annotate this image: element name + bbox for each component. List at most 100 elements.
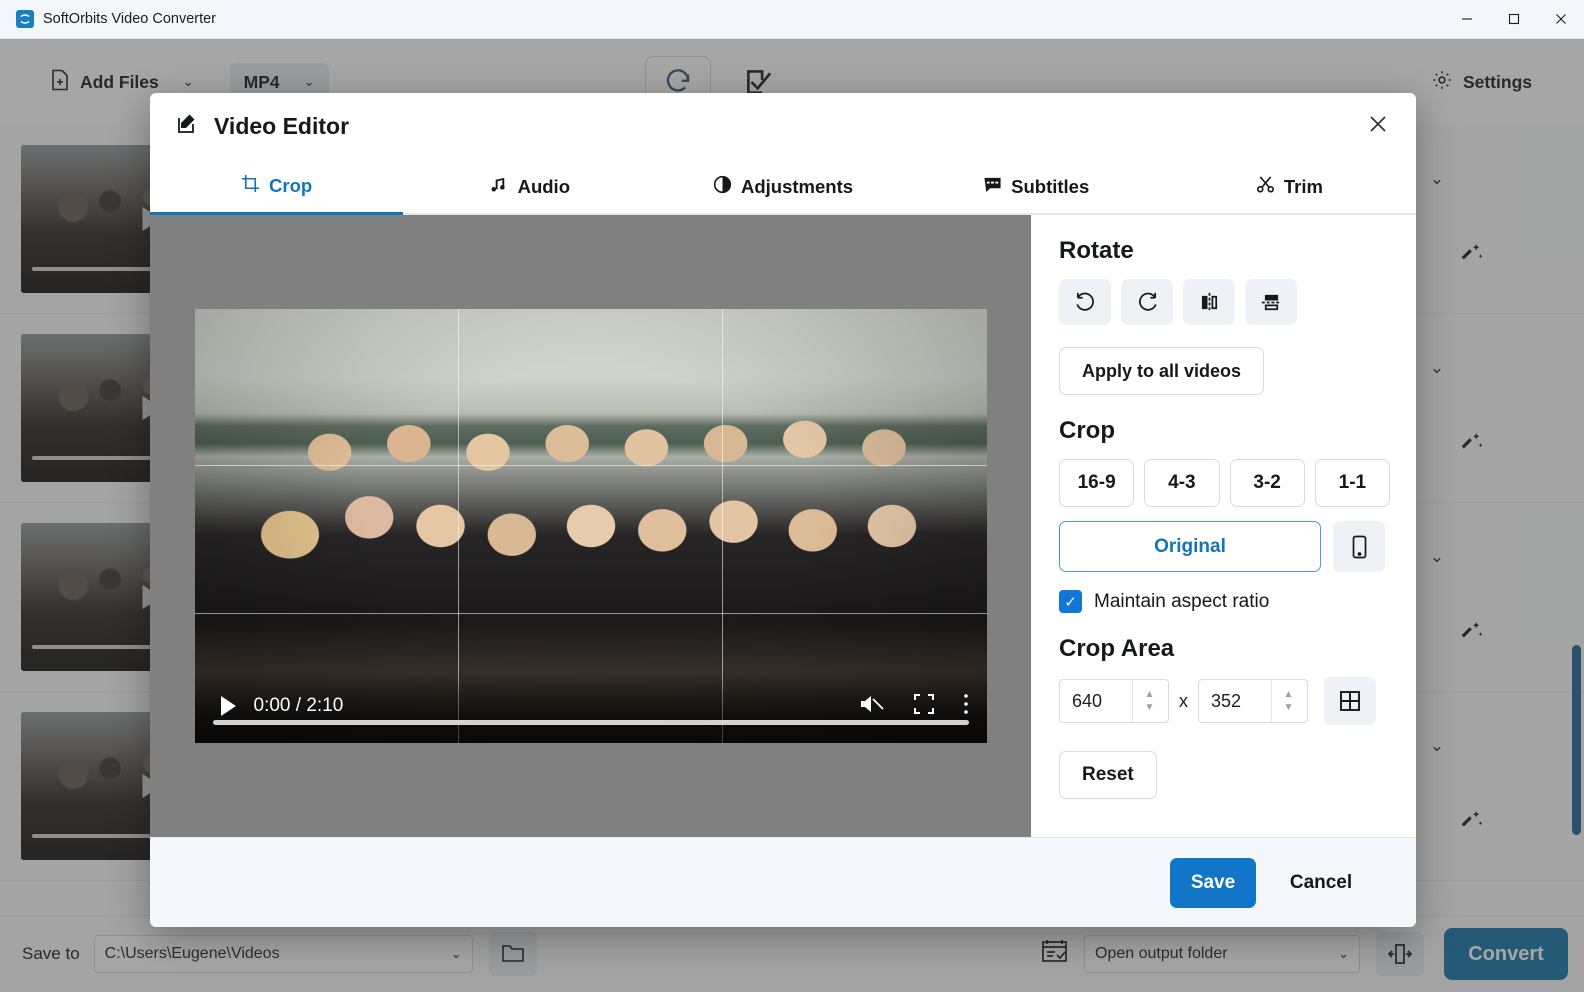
tab-adjustments[interactable]: Adjustments	[656, 159, 909, 215]
chevron-down-icon[interactable]: ⌄	[304, 74, 315, 90]
after-convert-select[interactable]: Open output folder ⌄	[1084, 935, 1360, 973]
tab-trim-label: Trim	[1283, 176, 1323, 197]
crop-settings-panel: Rotate Apply to all videos Crop 16-9 4-3…	[1031, 215, 1416, 837]
application-window: SoftOrbits Video Converter Add Files ⌄ M…	[0, 0, 1584, 992]
chevron-down-icon[interactable]: ⌄	[1430, 547, 1444, 567]
video-player[interactable]: 0:00 / 2:10	[194, 309, 987, 743]
crop-width-arrows: ▲ ▼	[1132, 680, 1166, 722]
ratio-1-1-button[interactable]: 1-1	[1314, 459, 1390, 507]
ratio-3-2-button[interactable]: 3-2	[1229, 459, 1305, 507]
ratio-4-3-button[interactable]: 4-3	[1144, 459, 1220, 507]
stepper-down-icon[interactable]: ▼	[1284, 702, 1294, 713]
crop-width-input[interactable]	[1060, 690, 1132, 712]
chevron-down-icon[interactable]: ⌄	[451, 946, 462, 962]
save-to-path-value: C:\Users\Eugene\Videos	[104, 945, 280, 962]
chevron-down-icon[interactable]: ⌄	[1430, 358, 1444, 378]
save-button[interactable]: Save	[1170, 857, 1256, 908]
maintain-aspect-ratio-checkbox[interactable]: ✓ Maintain aspect ratio	[1059, 590, 1390, 613]
tab-trim[interactable]: Trim	[1163, 159, 1416, 215]
close-button[interactable]	[1537, 0, 1584, 39]
rotate-right-icon[interactable]	[1121, 279, 1173, 325]
dialog-body: 0:00 / 2:10 Rotate Apply to all videos C…	[150, 215, 1416, 837]
magic-wand-icon[interactable]	[1460, 430, 1484, 460]
maximize-button[interactable]	[1490, 0, 1537, 39]
tab-crop-label: Crop	[269, 174, 313, 196]
flip-horizontal-icon[interactable]	[1183, 279, 1235, 325]
player-time: 0:00 / 2:10	[253, 695, 344, 716]
window-title: SoftOrbits Video Converter	[43, 11, 217, 27]
folder-icon[interactable]	[488, 932, 537, 976]
chevron-down-icon[interactable]: ⌄	[183, 74, 194, 90]
fullscreen-icon[interactable]	[913, 693, 935, 720]
crop-height-stepper[interactable]: ▲ ▼	[1198, 679, 1308, 723]
crop-area-title: Crop Area	[1059, 635, 1175, 662]
magic-wand-icon[interactable]	[1460, 619, 1484, 649]
tab-audio[interactable]: Audio	[403, 159, 656, 215]
reset-button[interactable]: Reset	[1059, 751, 1157, 799]
page-title: Video Editor	[214, 112, 350, 139]
after-convert-value: Open output folder	[1095, 945, 1228, 962]
merge-icon[interactable]	[1376, 932, 1424, 976]
tab-audio-label: Audio	[517, 176, 570, 197]
scrollbar-thumb[interactable]	[1572, 645, 1581, 835]
stepper-up-icon[interactable]: ▲	[1284, 689, 1294, 700]
video-stage: 0:00 / 2:10	[150, 215, 1031, 837]
phone-portrait-icon[interactable]	[1333, 521, 1385, 572]
tab-crop[interactable]: Crop	[150, 159, 404, 215]
edit-pencil-icon	[176, 111, 200, 141]
cancel-button[interactable]: Cancel	[1266, 858, 1376, 908]
tab-subtitles[interactable]: Subtitles	[910, 159, 1163, 215]
crop-icon	[241, 174, 260, 198]
crop-grid-line-horizontal	[194, 612, 987, 614]
volume-muted-icon[interactable]	[859, 692, 885, 721]
dialog-footer: Save Cancel	[150, 837, 1416, 927]
crop-height-input[interactable]	[1199, 690, 1271, 712]
crop-height-arrows: ▲ ▼	[1271, 680, 1305, 722]
settings-button[interactable]: Settings	[1417, 60, 1546, 105]
title-bar: SoftOrbits Video Converter	[0, 0, 1584, 39]
player-right-controls	[859, 692, 969, 721]
apply-to-all-videos-button[interactable]: Apply to all videos	[1059, 347, 1265, 395]
flip-vertical-icon[interactable]	[1245, 279, 1297, 325]
chevron-down-icon[interactable]: ⌄	[1338, 946, 1349, 962]
gear-icon	[1431, 69, 1453, 96]
vertical-scrollbar[interactable]	[1571, 125, 1581, 915]
crop-grid-line-horizontal	[194, 465, 987, 467]
settings-label: Settings	[1462, 71, 1532, 92]
dialog-header: Video Editor	[150, 93, 1416, 159]
original-ratio-row: Original	[1059, 521, 1390, 572]
player-progress-bar[interactable]	[212, 720, 969, 725]
player-controls: 0:00 / 2:10	[194, 669, 987, 743]
format-label: MP4	[243, 71, 280, 92]
chevron-down-icon[interactable]: ⌄	[1430, 169, 1444, 189]
ratio-16-9-button[interactable]: 16-9	[1059, 459, 1135, 507]
magic-wand-icon[interactable]	[1460, 241, 1484, 271]
window-controls	[1443, 0, 1584, 39]
save-to-path-select[interactable]: C:\Users\Eugene\Videos ⌄	[93, 935, 473, 973]
convert-button[interactable]: Convert	[1444, 928, 1568, 980]
checkmark-icon: ✓	[1059, 590, 1082, 613]
rotate-left-icon[interactable]	[1059, 279, 1111, 325]
crop-area-inputs: ▲ ▼ x ▲ ▼	[1059, 677, 1390, 725]
original-ratio-button[interactable]: Original	[1059, 521, 1321, 572]
save-to-label: Save to	[22, 944, 80, 963]
play-icon[interactable]	[220, 696, 236, 716]
aspect-ratio-buttons: 16-9 4-3 3-2 1-1	[1059, 459, 1390, 507]
video-editor-dialog: Video Editor Crop Audio Adjustments Subt…	[150, 93, 1416, 927]
scissors-icon	[1256, 175, 1275, 199]
crop-width-stepper[interactable]: ▲ ▼	[1059, 679, 1169, 723]
close-icon[interactable]	[1360, 106, 1396, 142]
rotate-section-title: Rotate	[1059, 237, 1134, 264]
kebab-menu-icon[interactable]	[963, 692, 969, 721]
chevron-down-icon[interactable]: ⌄	[1430, 736, 1444, 756]
bottom-bar-right: Open output folder ⌄ Convert	[1041, 928, 1584, 980]
subtitles-icon	[983, 175, 1002, 199]
add-files-label: Add Files	[80, 71, 159, 92]
stepper-up-icon[interactable]: ▲	[1145, 689, 1155, 700]
crop-section-title: Crop	[1059, 417, 1115, 444]
minimize-button[interactable]	[1443, 0, 1490, 39]
grid-toggle-icon[interactable]	[1324, 677, 1376, 725]
music-note-icon	[490, 175, 509, 199]
stepper-down-icon[interactable]: ▼	[1145, 702, 1155, 713]
magic-wand-icon[interactable]	[1460, 808, 1484, 838]
